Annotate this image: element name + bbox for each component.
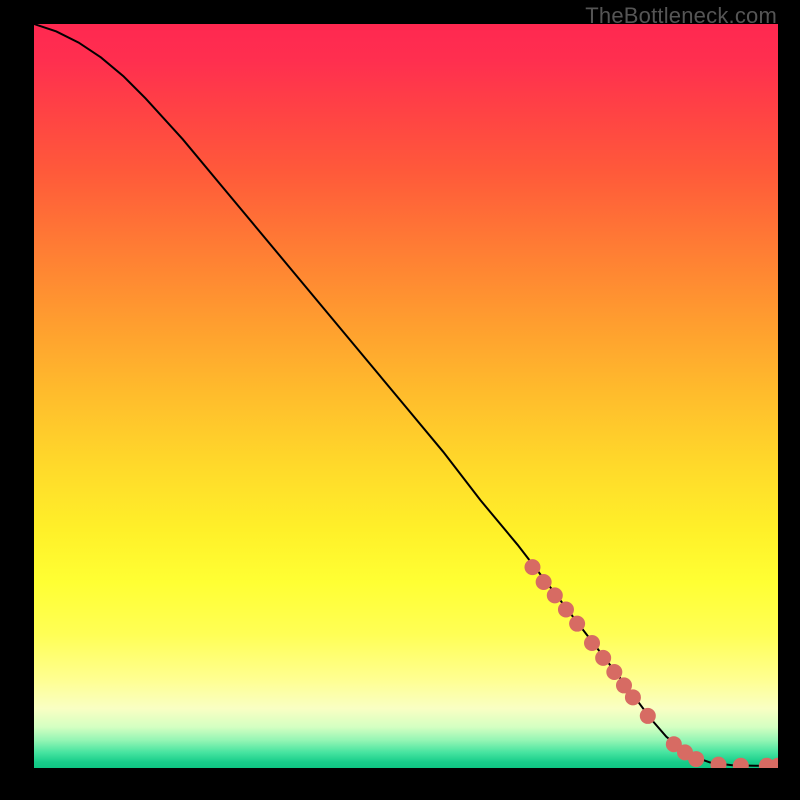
- scatter-dot: [584, 635, 600, 651]
- scatter-dot: [524, 559, 540, 575]
- scatter-dot: [688, 751, 704, 767]
- scatter-dot: [640, 708, 656, 724]
- gradient-background: [34, 24, 778, 768]
- scatter-dot: [569, 616, 585, 632]
- scatter-dot: [625, 689, 641, 705]
- scatter-dot: [558, 602, 574, 618]
- chart-frame: TheBottleneck.com: [0, 0, 800, 800]
- scatter-dot: [595, 650, 611, 666]
- plot-area: [34, 24, 778, 768]
- chart-svg: [34, 24, 778, 768]
- scatter-dot: [536, 574, 552, 590]
- scatter-dot: [606, 664, 622, 680]
- watermark-text: TheBottleneck.com: [585, 3, 777, 29]
- scatter-dot: [547, 587, 563, 603]
